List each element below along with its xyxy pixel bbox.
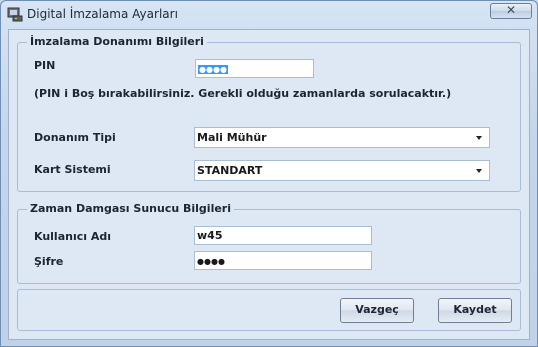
timestamp-group: Zaman Damgası Sunucu Bilgileri Kullanıcı…: [17, 202, 521, 284]
title-bar[interactable]: Digital İmzalama Ayarları ✕: [1, 1, 537, 27]
pin-note: (PIN i Boş bırakabilirsiniz. Gerekli old…: [34, 87, 452, 100]
password-label: Şifre: [34, 255, 64, 268]
hardware-type-select[interactable]: Mali Mühür: [194, 127, 490, 148]
settings-window: Digital İmzalama Ayarları ✕ İmzalama Don…: [0, 0, 538, 347]
username-label: Kullanıcı Adı: [34, 230, 112, 243]
hardware-type-value: Mali Mühür: [197, 131, 267, 144]
pin-field[interactable]: ●●●●: [195, 59, 314, 78]
card-system-select[interactable]: STANDART: [194, 160, 490, 181]
pin-value: ●●●●: [198, 65, 228, 74]
chevron-down-icon[interactable]: [476, 136, 482, 140]
dialog-body: İmzalama Donanımı Bilgileri PIN ●●●● (PI…: [8, 29, 530, 340]
hardware-group: İmzalama Donanımı Bilgileri PIN ●●●● (PI…: [17, 35, 521, 192]
hardware-group-legend: İmzalama Donanımı Bilgileri: [27, 35, 207, 48]
chevron-down-icon[interactable]: [476, 169, 482, 173]
cancel-button[interactable]: Vazgeç: [340, 298, 414, 323]
password-value: ●●●●: [197, 257, 225, 266]
app-icon: [7, 7, 23, 22]
username-field[interactable]: w45: [194, 226, 372, 245]
card-system-label: Kart Sistemi: [34, 163, 111, 176]
pin-label: PIN: [34, 59, 56, 72]
button-panel: Vazgeç Kaydet: [17, 289, 521, 331]
card-system-value: STANDART: [197, 164, 263, 177]
password-field[interactable]: ●●●●: [194, 251, 372, 270]
close-icon: ✕: [505, 3, 517, 17]
window-title: Digital İmzalama Ayarları: [27, 7, 178, 21]
hardware-type-label: Donanım Tipi: [34, 131, 116, 144]
username-value: w45: [197, 229, 223, 242]
timestamp-group-legend: Zaman Damgası Sunucu Bilgileri: [27, 202, 234, 215]
save-button[interactable]: Kaydet: [438, 298, 512, 323]
close-button[interactable]: ✕: [490, 3, 532, 19]
